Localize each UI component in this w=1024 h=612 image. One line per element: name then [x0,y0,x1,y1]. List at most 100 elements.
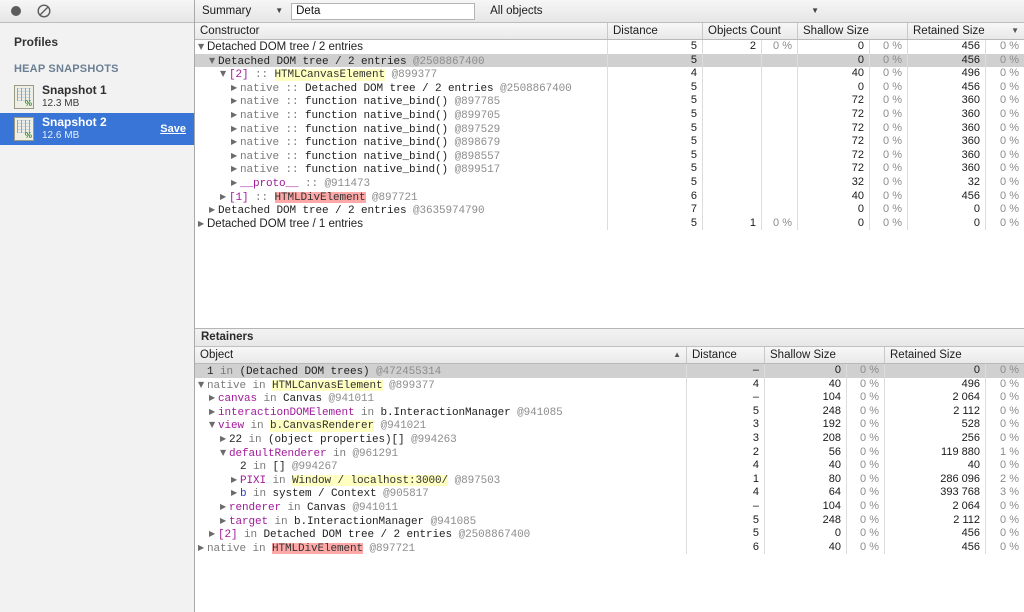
disclosure-open-icon[interactable]: ▼ [209,54,218,68]
table-row[interactable]: ▶ native :: function native_bind() @89855… [195,148,1024,163]
record-circle-icon[interactable] [8,3,24,19]
table-row[interactable]: ▶2 in [] @9942674400 %400 % [195,459,1024,473]
table-row[interactable]: ▼ Detached DOM tree / 2 entries 5 2 0 % 0 0 % 4… [195,40,1024,54]
column-header-constructor[interactable]: Constructor [195,23,608,39]
tree-node-label[interactable]: ▶ target in b.InteractionManager @941085 [195,513,687,528]
disclosure-closed-icon[interactable]: ▶ [231,94,240,108]
table-row[interactable]: ▶ __proto__ :: @911473 5 32 0 % 32 0 % [195,175,1024,190]
tree-node-label[interactable]: ▶ native :: function native_bind() @89855… [195,148,608,163]
tree-node-label[interactable]: ▶ [2] in Detached DOM tree / 2 entries @2… [195,527,687,541]
table-row[interactable]: ▶ PIXI in Window / localhost:3000/ @89750… [195,472,1024,487]
disclosure-closed-icon[interactable]: ▶ [231,162,240,176]
table-row[interactable]: ▼ Detached DOM tree / 2 entries @25088674… [195,53,1024,68]
tree-node-label[interactable]: ▶ native :: function native_bind() @89951… [195,162,608,176]
column-header-retained-size[interactable]: Retained Size ▼ [908,23,1024,39]
tree-node-label[interactable]: ▶ __proto__ :: @911473 [195,175,608,190]
table-row[interactable]: ▶ native :: function native_bind() @89778… [195,94,1024,108]
disclosure-closed-icon[interactable]: ▶ [231,108,240,122]
disclosure-closed-icon[interactable]: ▶ [209,391,218,405]
table-row[interactable]: ▶ native :: function native_bind() @89970… [195,107,1024,122]
disclosure-closed-icon[interactable]: ▶ [231,135,240,149]
table-row[interactable]: ▶ renderer in Canvas @941011–104 0 % 2 064 0… [195,499,1024,514]
tree-node-label[interactable]: ▶ PIXI in Window / localhost:3000/ @89750… [195,472,687,487]
column-header-retained-size[interactable]: Retained Size [885,347,1024,363]
table-row[interactable]: ▶ native :: Detached DOM tree / 2 entries… [195,80,1024,95]
tree-node-label[interactable]: ▶ native :: function native_bind() @89778… [195,94,608,108]
table-row[interactable]: ▼ native in HTMLCanvasElement @899377 4 40 0… [195,377,1024,392]
table-row[interactable]: ▼ view in b.CanvasRenderer @941021 3 192 0 %… [195,418,1024,432]
column-header-shallow-size[interactable]: Shallow Size [798,23,908,39]
disclosure-closed-icon[interactable]: ▶ [231,81,240,95]
disclosure-open-icon[interactable]: ▼ [220,67,229,81]
table-row[interactable]: ▶ native :: function native_bind() @89867… [195,135,1024,149]
save-snapshot-link[interactable]: Save [160,123,186,135]
disclosure-closed-icon[interactable]: ▶ [209,203,218,217]
table-row[interactable]: ▶ interactionDOMElement in b.InteractionM… [195,404,1024,419]
disclosure-closed-icon[interactable]: ▶ [231,176,240,190]
disclosure-open-icon[interactable]: ▼ [198,40,207,54]
tree-node-label[interactable]: ▶ canvas in Canvas @941011 [195,391,687,405]
tree-node-label[interactable]: ▶2 in [] @994267 [195,459,687,473]
disclosure-open-icon[interactable]: ▼ [220,446,229,460]
column-header-objects-count[interactable]: Objects Count [703,23,798,39]
table-row[interactable]: ▶ canvas in Canvas @941011–104 0 % 2 064 0 % [195,391,1024,405]
tree-node-label[interactable]: ▶ Detached DOM tree / 2 entries @36359747… [195,203,608,217]
disclosure-closed-icon[interactable]: ▶ [231,122,240,136]
disclosure-closed-icon[interactable]: ▶ [198,217,207,231]
constructors-grid-body[interactable]: ▼ Detached DOM tree / 2 entries 5 2 0 % 0 0 % 4… [195,40,1024,328]
clear-ban-icon[interactable] [36,3,52,19]
column-header-object[interactable]: Object ▲ [195,347,687,363]
tree-node-label[interactable]: ▼ [2] :: HTMLCanvasElement @899377 [195,67,608,81]
disclosure-closed-icon[interactable]: ▶ [231,149,240,163]
table-row[interactable]: ▶ 22 in (object properties)[] @994263 3 208… [195,431,1024,446]
tree-node-label[interactable]: ▶ [1] :: HTMLDivElement @897721 [195,189,608,204]
disclosure-closed-icon[interactable]: ▶ [231,486,240,500]
snapshot-item-1[interactable]: Snapshot 112.3 MB [0,81,194,113]
view-mode-dropdown[interactable]: Summary ▼ [195,0,289,22]
disclosure-closed-icon[interactable]: ▶ [198,541,207,555]
search-input[interactable] [291,2,476,20]
tree-node-label[interactable]: ▶ b in system / Context @905817 [195,486,687,500]
object-filter-dropdown[interactable]: All objects ▼ [490,0,1024,22]
tree-node-label[interactable]: ▶ native in HTMLDivElement @897721 [195,540,687,555]
disclosure-closed-icon[interactable]: ▶ [209,527,218,541]
table-row[interactable]: ▶ [2] in Detached DOM tree / 2 entries @2… [195,527,1024,541]
table-row[interactable]: ▶ [1] :: HTMLDivElement @897721 6 40 0 % 456 0… [195,189,1024,204]
tree-node-label[interactable]: ▶ 22 in (object properties)[] @994263 [195,431,687,446]
table-row[interactable]: ▶ b in system / Context @905817 4 64 0 % 393 … [195,486,1024,500]
tree-node-label[interactable]: ▶ native :: function native_bind() @89867… [195,135,608,149]
table-row[interactable]: ▶ native :: function native_bind() @89752… [195,121,1024,136]
disclosure-closed-icon[interactable]: ▶ [220,190,229,204]
snapshot-item-2[interactable]: Snapshot 212.6 MBSave [0,113,194,145]
tree-node-label[interactable]: ▶1 in (Detached DOM trees) @472455314 [195,364,687,378]
tree-node-label[interactable]: ▼ defaultRenderer in @961291 [195,445,687,460]
tree-node-label[interactable]: ▶ renderer in Canvas @941011 [195,499,687,514]
table-row[interactable]: ▶ Detached DOM tree / 1 entries 5 1 0 % 0 0 % 0… [195,216,1024,231]
tree-node-label[interactable]: ▶ native :: function native_bind() @89970… [195,107,608,122]
tree-node-label[interactable]: ▶ Detached DOM tree / 1 entries [195,216,608,231]
disclosure-closed-icon[interactable]: ▶ [220,432,229,446]
table-row[interactable]: ▼ [2] :: HTMLCanvasElement @899377 4 40 0 % 4… [195,67,1024,81]
disclosure-open-icon[interactable]: ▼ [209,418,218,432]
tree-node-label[interactable]: ▶ native :: function native_bind() @89752… [195,121,608,136]
table-row[interactable]: ▶1 in (Detached DOM trees) @472455314–00… [195,364,1024,378]
table-row[interactable]: ▶ Detached DOM tree / 2 entries @36359747… [195,203,1024,217]
tree-node-label[interactable]: ▼ Detached DOM tree / 2 entries [195,40,608,54]
tree-node-label[interactable]: ▼ Detached DOM tree / 2 entries @25088674… [195,53,608,68]
disclosure-closed-icon[interactable]: ▶ [209,405,218,419]
table-row[interactable]: ▼ defaultRenderer in @961291 2 56 0 % 119 880… [195,445,1024,460]
disclosure-closed-icon[interactable]: ▶ [231,473,240,487]
tree-node-label[interactable]: ▶ native :: Detached DOM tree / 2 entries… [195,80,608,95]
tree-node-label[interactable]: ▶ interactionDOMElement in b.InteractionM… [195,404,687,419]
table-row[interactable]: ▶ native in HTMLDivElement @897721 6 40 0 % 4… [195,540,1024,555]
tree-node-label[interactable]: ▼ native in HTMLCanvasElement @899377 [195,377,687,392]
retainers-grid-body[interactable]: ▶1 in (Detached DOM trees) @472455314–00… [195,364,1024,612]
disclosure-closed-icon[interactable]: ▶ [220,514,229,528]
column-header-distance[interactable]: Distance [687,347,765,363]
disclosure-open-icon[interactable]: ▼ [198,378,207,392]
table-row[interactable]: ▶ target in b.InteractionManager @941085 5… [195,513,1024,528]
column-header-distance[interactable]: Distance [608,23,703,39]
disclosure-closed-icon[interactable]: ▶ [220,500,229,514]
table-row[interactable]: ▶ native :: function native_bind() @89951… [195,162,1024,176]
tree-node-label[interactable]: ▼ view in b.CanvasRenderer @941021 [195,418,687,432]
